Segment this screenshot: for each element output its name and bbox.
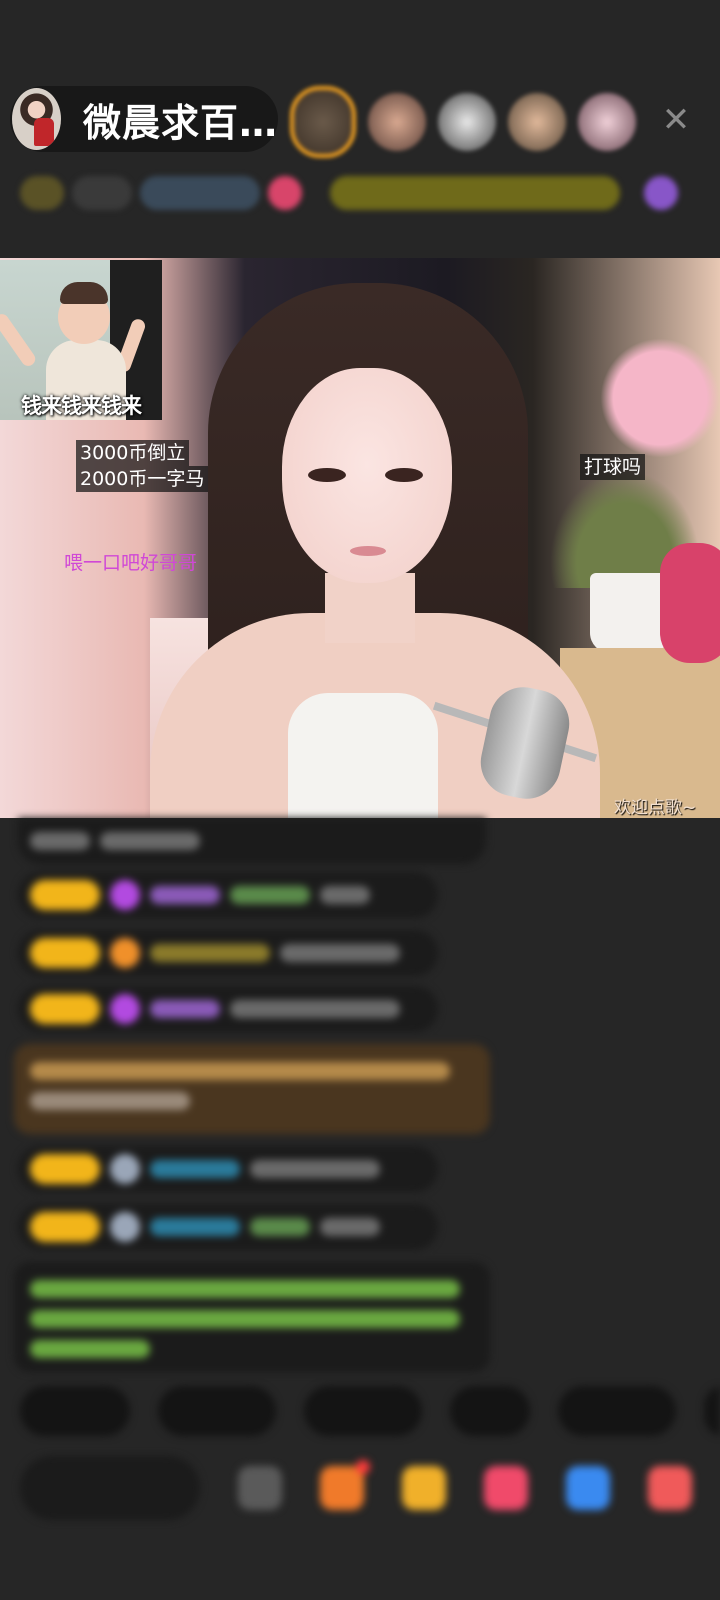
- diamond-icon: [110, 994, 140, 1024]
- rank-chip[interactable]: [20, 176, 64, 210]
- close-icon[interactable]: ✕: [658, 102, 694, 138]
- chat-message-highlight: [14, 1044, 490, 1134]
- chat-username: [150, 886, 220, 904]
- chat-text: [30, 1280, 460, 1298]
- activity-icon[interactable]: [644, 176, 678, 210]
- host-name: 微晨求百…: [82, 100, 278, 145]
- diamond-icon: [110, 880, 140, 910]
- viewer-avatar[interactable]: [508, 93, 566, 151]
- level-badge: [30, 1154, 100, 1184]
- quick-reply-button[interactable]: [704, 1386, 720, 1436]
- chat-message: [18, 986, 438, 1032]
- level-badge: [30, 938, 100, 968]
- quick-reply-button[interactable]: [450, 1386, 530, 1436]
- chat-text: [250, 1218, 310, 1236]
- announcement-chip[interactable]: [330, 176, 620, 210]
- quick-reply-button[interactable]: [304, 1386, 422, 1436]
- chat-text: [230, 1000, 400, 1018]
- emoji-icon[interactable]: [238, 1466, 282, 1510]
- quick-reply-row[interactable]: [20, 1386, 720, 1436]
- chat-lines: [14, 1262, 490, 1376]
- price-label-splits: 2000币一字马: [76, 466, 209, 492]
- chat-text: [30, 832, 90, 850]
- chat-username: [150, 944, 270, 962]
- bottom-toolbar[interactable]: [20, 1456, 720, 1520]
- gift-icon[interactable]: [648, 1466, 692, 1510]
- chat-message: [18, 930, 438, 976]
- streamer-neck: [325, 573, 415, 643]
- chat-input[interactable]: [20, 1456, 200, 1520]
- level-badge: [30, 880, 100, 910]
- viewer-avatar[interactable]: [368, 93, 426, 151]
- background-flowers: [600, 338, 720, 458]
- chat-text: [250, 1160, 380, 1178]
- chat-text: [320, 1218, 380, 1236]
- chat-text: [320, 886, 370, 904]
- top-viewers-list[interactable]: [290, 84, 648, 160]
- chat-username: [150, 1000, 220, 1018]
- live-video[interactable]: 钱来钱来钱来 3000币倒立 2000币一字马 喂一口吧好哥哥 打球吗 欢迎点歌…: [0, 258, 720, 818]
- plush-toy: [660, 543, 720, 663]
- host-avatar[interactable]: [12, 88, 61, 150]
- chat-text: [30, 1092, 190, 1110]
- meme-caption: 钱来钱来钱来: [21, 394, 142, 418]
- level-badge: [30, 994, 100, 1024]
- overlay-ball-text: 打球吗: [580, 454, 646, 480]
- viewer-avatar[interactable]: [290, 86, 356, 158]
- quick-reply-button[interactable]: [20, 1386, 130, 1436]
- meme-sticker: 钱来钱来钱来: [0, 260, 162, 420]
- gift-icon[interactable]: [268, 176, 302, 210]
- chat-message: [18, 818, 486, 864]
- streamer-lips: [350, 546, 386, 556]
- chat-text: [30, 1310, 460, 1328]
- info-chip[interactable]: [140, 176, 260, 210]
- viewer-avatar[interactable]: [438, 93, 496, 151]
- host-info-pill[interactable]: 微晨求百…: [10, 86, 278, 152]
- chat-username: [150, 1218, 240, 1236]
- gift-box-icon[interactable]: [402, 1466, 446, 1510]
- streamer-eye: [385, 468, 423, 482]
- fan-icon: [110, 938, 140, 968]
- level-badge: [30, 1212, 100, 1242]
- info-chip[interactable]: [72, 176, 132, 210]
- interaction-icon[interactable]: [484, 1466, 528, 1510]
- chat-lines: [14, 1044, 490, 1128]
- chat-message: [18, 1146, 438, 1192]
- chat-username: [150, 1160, 240, 1178]
- status-chip-row[interactable]: [20, 172, 700, 214]
- chat-message: [18, 872, 438, 918]
- streamer-top: [288, 693, 438, 818]
- viewer-avatar[interactable]: [578, 93, 636, 151]
- meme-kid-hair: [60, 282, 108, 304]
- user-icon: [110, 1154, 140, 1184]
- quick-reply-button[interactable]: [558, 1386, 676, 1436]
- price-label-handstand: 3000币倒立: [76, 440, 190, 466]
- chat-text: [230, 886, 310, 904]
- streamer-eye: [308, 468, 346, 482]
- overlay-feed-text: 喂一口吧好哥哥: [64, 552, 198, 574]
- chat-text: [280, 944, 400, 962]
- meme-arm: [0, 311, 38, 369]
- shop-icon[interactable]: [320, 1460, 370, 1510]
- chat-text: [30, 1340, 150, 1358]
- share-icon[interactable]: [566, 1466, 610, 1510]
- chat-text: [30, 1062, 450, 1080]
- quick-reply-button[interactable]: [158, 1386, 276, 1436]
- chat-system-notice: [14, 1262, 490, 1372]
- plant-pot: [590, 573, 670, 653]
- chat-text: [100, 832, 200, 850]
- user-icon: [110, 1212, 140, 1242]
- notification-dot: [356, 1460, 370, 1474]
- overlay-song-text: 欢迎点歌~: [614, 798, 697, 818]
- chat-message: [18, 1204, 438, 1250]
